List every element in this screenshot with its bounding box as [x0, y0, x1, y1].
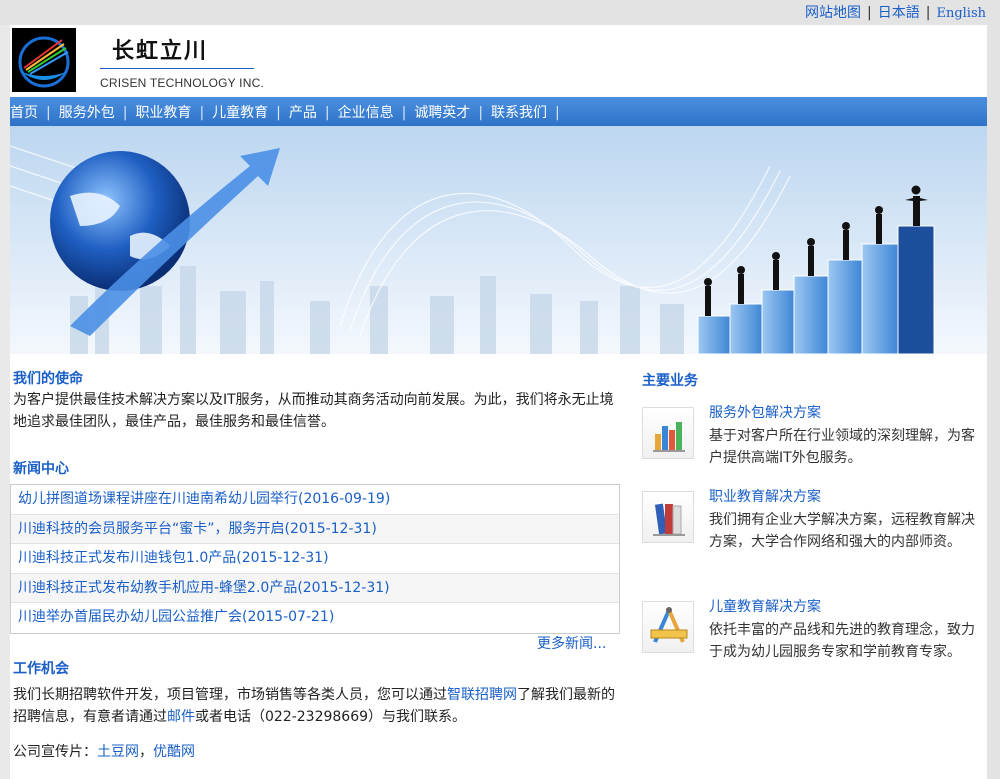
jobs-title: 工作机会 — [13, 661, 69, 677]
promo-video: 公司宣传片：土豆网，优酷网 — [13, 741, 195, 761]
drafting-tools-icon — [642, 601, 694, 653]
youku-link[interactable]: 优酷网 — [153, 744, 195, 760]
sitemap-link[interactable]: 网站地图 — [805, 5, 861, 21]
list-item: 川迪科技正式发布川迪钱包1.0产品(2015-12-31) — [11, 544, 619, 574]
divider: | — [925, 5, 931, 21]
zhaopin-link[interactable]: 智联招聘网 — [447, 687, 517, 703]
company-logo-icon[interactable] — [12, 28, 76, 92]
books-icon — [642, 491, 694, 543]
company-name: 长虹立川 CRISEN TECHNOLOGY INC. — [100, 33, 264, 90]
mission-title: 我们的使命 — [13, 371, 83, 387]
list-item: 幼儿拼图道场课程讲座在川迪南希幼儿园举行(2016-09-19) — [11, 485, 619, 515]
mission-text: 为客户提供最佳技术解决方案以及IT服务，从而推动其商务活动向前发展。为此，我们将… — [13, 392, 614, 430]
business-item-desc: 依托丰富的产品线和先进的教育理念，致力于成为幼儿园服务专家和学前教育专家。 — [709, 622, 975, 660]
page-container: 长虹立川 CRISEN TECHNOLOGY INC. 首页 | 服务外包 | 职业… — [10, 25, 987, 779]
banner-image — [10, 126, 987, 354]
nav-item-careers[interactable]: 诚聘英才 | — [414, 102, 491, 122]
nav-item-contact[interactable]: 联系我们 | — [491, 102, 568, 122]
company-name-cn: 长虹立川 — [112, 38, 209, 64]
news-link[interactable]: 川迪科技正式发布川迪钱包1.0产品(2015-12-31) — [18, 550, 329, 566]
email-link[interactable]: 邮件 — [167, 709, 195, 725]
nav-item-products[interactable]: 产品 | — [289, 102, 338, 122]
list-item: 川迪科技正式发布幼教手机应用-蜂堡2.0产品(2015-12-31) — [11, 573, 619, 603]
tudou-link[interactable]: 土豆网 — [97, 744, 139, 760]
nav-item-children[interactable]: 儿童教育 | — [212, 102, 289, 122]
news-link[interactable]: 川迪举办首届民办幼儿园公益推广会(2015-07-21) — [18, 609, 334, 625]
news-link[interactable]: 川迪科技的会员服务平台“蜜卡”，服务开启(2015-12-31) — [18, 521, 377, 537]
business-item-title[interactable]: 职业教育解决方案 — [709, 487, 821, 507]
nav-item-home[interactable]: 首页 | — [10, 102, 59, 122]
top-links: 网站地图 | 日本語 | English — [805, 2, 986, 22]
hero-banner — [10, 126, 987, 354]
english-link[interactable]: English — [936, 6, 986, 21]
news-list: 幼儿拼图道场课程讲座在川迪南希幼儿园举行(2016-09-19) 川迪科技的会员… — [10, 484, 620, 634]
jobs-text: 我们长期招聘软件开发，项目管理，市场销售等各类人员，您可以通过智联招聘网了解我们… — [13, 684, 619, 728]
jobs-text-part: 或者电话（022-23298669）与我们联系。 — [195, 709, 467, 725]
top-bar: 网站地图 | 日本語 | English — [0, 0, 1000, 25]
business-title: 主要业务 — [642, 373, 698, 389]
scrollbar[interactable] — [987, 25, 1000, 779]
list-item: 川迪举办首届民办幼儿园公益推广会(2015-07-21) — [11, 603, 619, 633]
news-link[interactable]: 幼儿拼图道场课程讲座在川迪南希幼儿园举行(2016-09-19) — [18, 491, 390, 507]
promo-separator: ， — [139, 744, 153, 760]
news-title: 新闻中心 — [13, 461, 69, 477]
divider: | — [867, 5, 872, 21]
business-item-desc: 我们拥有企业大学解决方案，远程教育解决方案，大学合作网络和强大的内部师资。 — [709, 512, 975, 550]
jobs-text-part: 我们长期招聘软件开发，项目管理，市场销售等各类人员，您可以通过 — [13, 687, 447, 703]
list-item: 川迪科技的会员服务平台“蜜卡”，服务开启(2015-12-31) — [11, 514, 619, 544]
bar-chart-icon — [642, 407, 694, 459]
more-news-link[interactable]: 更多新闻... — [537, 633, 606, 653]
business-item-desc: 基于对客户所在行业领域的深刻理解，为客户提供高端IT外包服务。 — [709, 428, 975, 466]
mission-section: 我们的使命 为客户提供最佳技术解决方案以及IT服务，从而推动其商务活动向前发展。… — [13, 369, 619, 433]
news-link[interactable]: 川迪科技正式发布幼教手机应用-蜂堡2.0产品(2015-12-31) — [18, 580, 390, 596]
company-name-en: CRISEN TECHNOLOGY INC. — [100, 76, 264, 90]
business-item-title[interactable]: 儿童教育解决方案 — [709, 597, 821, 617]
main-nav: 首页 | 服务外包 | 职业教育 | 儿童教育 | 产品 | 企业信息 | 诚聘英才 | 联系… — [10, 97, 987, 126]
nav-item-outsourcing[interactable]: 服务外包 | — [59, 102, 136, 122]
business-section: 主要业务 服务外包解决方案 基于对客户所在行业领域的深刻理解，为客户提供高端IT… — [642, 371, 987, 660]
promo-label: 公司宣传片： — [13, 744, 97, 760]
japanese-link[interactable]: 日本語 — [878, 5, 920, 21]
header: 长虹立川 CRISEN TECHNOLOGY INC. — [10, 25, 987, 97]
business-item-title[interactable]: 服务外包解决方案 — [709, 403, 821, 423]
nav-item-company[interactable]: 企业信息 | — [338, 102, 415, 122]
nav-item-vocational[interactable]: 职业教育 | — [135, 102, 212, 122]
divider — [100, 68, 254, 69]
